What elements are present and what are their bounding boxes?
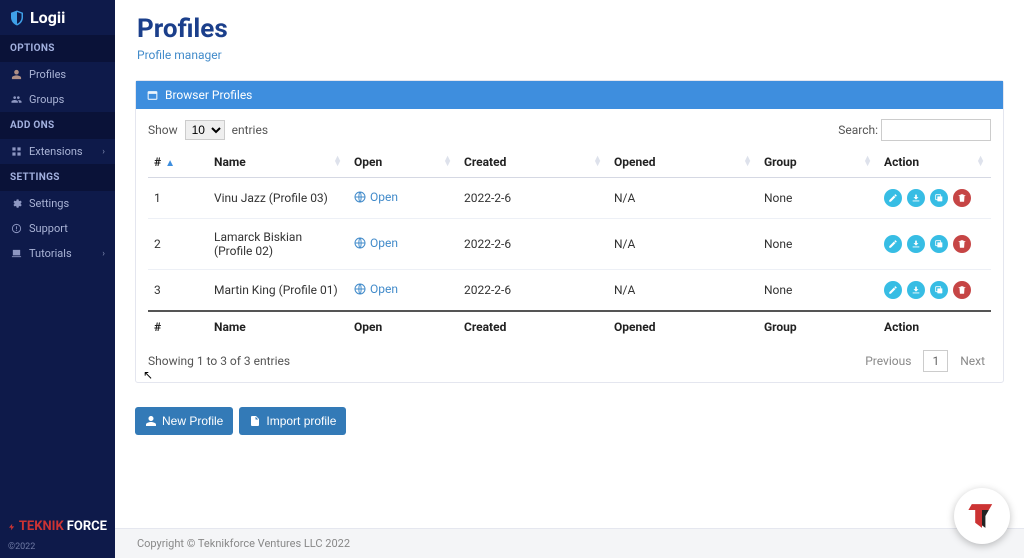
sidebar-item-settings[interactable]: Settings [0,191,115,216]
sidebar-item-groups[interactable]: Groups [0,87,115,112]
entries-select[interactable]: 10 [185,120,225,140]
sidebar-item-label: Profiles [29,68,66,81]
gear-icon [10,198,22,210]
cell-opened: N/A [608,219,758,270]
prev-page-button[interactable]: Previous [859,351,917,371]
tf-badge-icon [965,499,999,533]
sidebar-item-label: Groups [29,93,64,106]
download-action-icon[interactable] [907,189,925,207]
brand-logo[interactable]: Logii [0,0,115,35]
profiles-table: #▲ Name▲▼ Open▲▼ Created▲▼ Opened▲▼ Grou… [148,147,991,342]
cell-group: None [758,178,878,219]
sort-asc-icon: ▲ [165,158,175,169]
globe-icon [354,237,366,249]
edit-action-icon[interactable] [884,235,902,253]
chevron-right-icon: › [102,147,105,157]
col-name[interactable]: Name▲▼ [208,147,348,178]
col-opened[interactable]: Opened▲▼ [608,147,758,178]
current-page[interactable]: 1 [923,350,948,372]
globe-icon [354,283,366,295]
sidebar-copyright: ©2022 [0,542,115,558]
table-row: 3Martin King (Profile 01) Open 2022-2-6N/A… [148,270,991,312]
user-icon [10,69,22,81]
new-profile-button[interactable]: New Profile [135,407,233,435]
cell-name: Martin King (Profile 01) [208,270,348,312]
shield-icon [8,9,26,27]
next-page-button[interactable]: Next [954,351,991,371]
col-group[interactable]: Group▲▼ [758,147,878,178]
teknikforce-logo: TEKNIKFORCE [0,511,115,542]
entries-selector: Show 10 entries [148,120,268,140]
sidebar-item-tutorials[interactable]: Tutorials › [0,241,115,266]
main-content: Profiles Profile manager Browser Profile… [115,0,1024,558]
copy-action-icon[interactable] [930,235,948,253]
page-subtitle[interactable]: Profile manager [137,48,1002,62]
cell-group: None [758,219,878,270]
copy-action-icon[interactable] [930,189,948,207]
import-profile-button[interactable]: Import profile [239,407,346,435]
search-input[interactable] [881,119,991,141]
sidebar-item-label: Settings [29,197,69,210]
cell-num: 1 [148,178,208,219]
panel-header: Browser Profiles [136,81,1003,109]
user-plus-icon [145,415,157,427]
cell-group: None [758,270,878,312]
col-created[interactable]: Created▲▼ [458,147,608,178]
sidebar-item-label: Extensions [29,145,83,158]
pagination: Previous 1 Next [859,350,991,372]
table-row: 2Lamarck Biskian (Profile 02) Open 2022-2-… [148,219,991,270]
edit-action-icon[interactable] [884,281,902,299]
bolt-icon [8,521,16,533]
chevron-right-icon: › [102,249,105,259]
download-action-icon[interactable] [907,235,925,253]
sidebar-item-support[interactable]: Support [0,216,115,241]
sidebar-item-extensions[interactable]: Extensions › [0,139,115,164]
cell-name: Lamarck Biskian (Profile 02) [208,219,348,270]
open-profile-link[interactable]: Open [354,190,398,204]
cell-opened: N/A [608,178,758,219]
copy-action-icon[interactable] [930,281,948,299]
sidebar-item-label: Tutorials [29,247,72,260]
browser-icon [146,89,159,102]
sidebar-item-label: Support [29,222,68,235]
delete-action-icon[interactable] [953,281,971,299]
search-box: Search: [838,119,991,141]
groups-icon [10,94,22,106]
download-action-icon[interactable] [907,281,925,299]
file-icon [249,415,261,427]
globe-icon [354,191,366,203]
table-row: 1Vinu Jazz (Profile 03) Open 2022-2-6N/ANo… [148,178,991,219]
open-profile-link[interactable]: Open [354,236,398,250]
col-action[interactable]: Action▲▼ [878,147,991,178]
browser-profiles-panel: Browser Profiles Show 10 entries Search: [135,80,1004,383]
floating-badge[interactable] [954,488,1010,544]
support-icon [10,223,22,235]
delete-action-icon[interactable] [953,235,971,253]
tutorials-icon [10,248,22,260]
extensions-icon [10,146,22,158]
edit-action-icon[interactable] [884,189,902,207]
cell-created: 2022-2-6 [458,178,608,219]
open-profile-link[interactable]: Open [354,282,398,296]
sidebar-section-options: OPTIONS [0,35,115,62]
panel-title: Browser Profiles [165,88,252,102]
cell-created: 2022-2-6 [458,219,608,270]
sidebar-section-addons: ADD ONS [0,112,115,139]
cell-opened: N/A [608,270,758,312]
sidebar-item-profiles[interactable]: Profiles [0,62,115,87]
cell-num: 2 [148,219,208,270]
sidebar-section-settings: SETTINGS [0,164,115,191]
cell-name: Vinu Jazz (Profile 03) [208,178,348,219]
cell-num: 3 [148,270,208,312]
sidebar: Logii OPTIONS Profiles Groups ADD ONS Ex… [0,0,115,558]
col-open[interactable]: Open▲▼ [348,147,458,178]
col-num[interactable]: #▲ [148,147,208,178]
delete-action-icon[interactable] [953,189,971,207]
page-title: Profiles [137,14,1002,44]
brand-text: Logii [30,8,65,27]
table-info: Showing 1 to 3 of 3 entries [148,354,290,368]
page-footer: Copyright © Teknikforce Ventures LLC 202… [115,528,1024,558]
cell-created: 2022-2-6 [458,270,608,312]
